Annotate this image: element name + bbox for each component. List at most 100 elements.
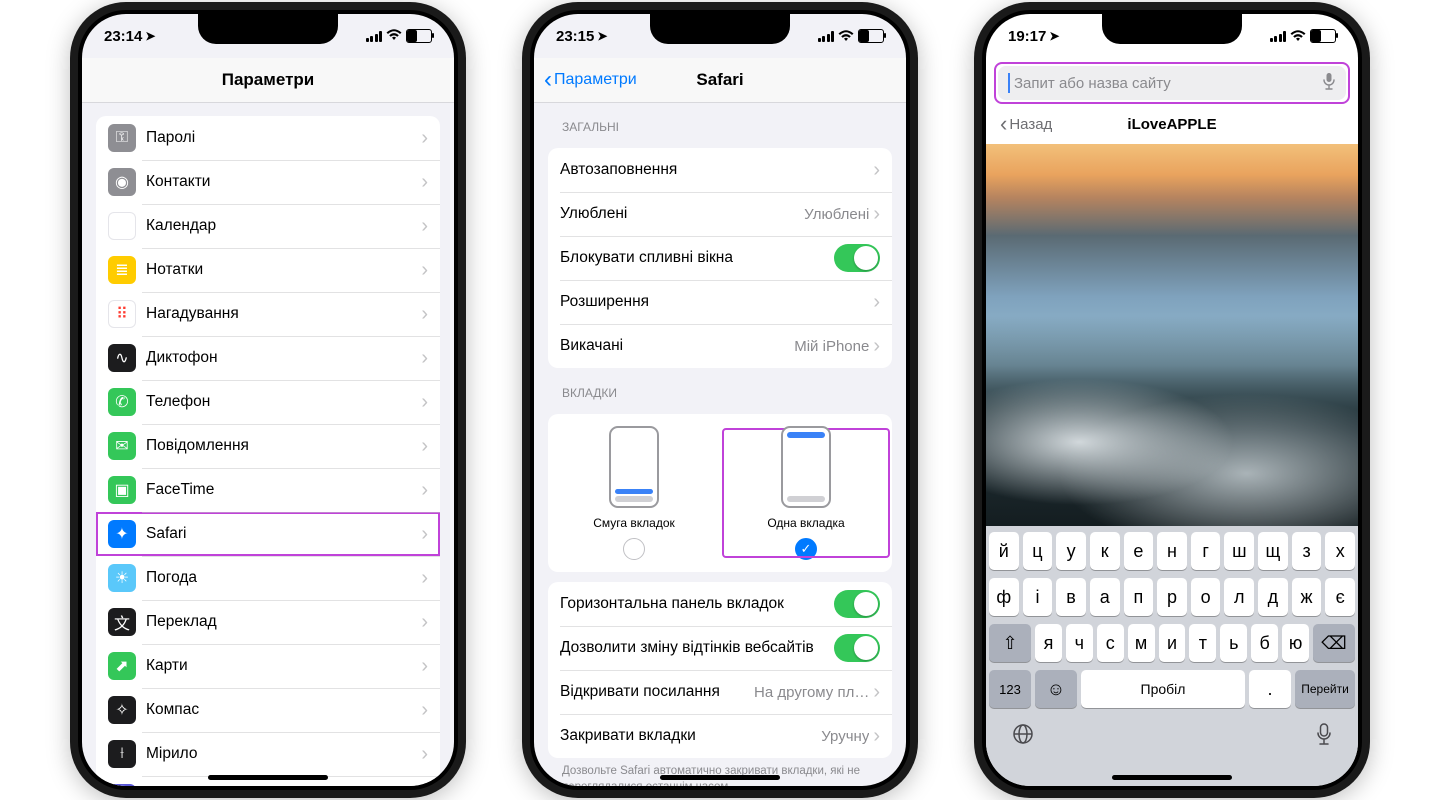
key-ю[interactable]: ю — [1282, 624, 1309, 662]
tab-layout-option-1[interactable]: Одна вкладка✓ — [720, 426, 892, 560]
key-ч[interactable]: ч — [1066, 624, 1093, 662]
settings-row-переклад[interactable]: 文Переклад› — [96, 600, 440, 644]
key-numbers[interactable]: 123 — [989, 670, 1031, 708]
key-л[interactable]: л — [1224, 578, 1254, 616]
key-и[interactable]: и — [1159, 624, 1186, 662]
row-label: Карти — [146, 657, 421, 675]
page-back-button[interactable]: ‹ Назад — [1000, 111, 1052, 137]
key-ф[interactable]: ф — [989, 578, 1019, 616]
key-ш[interactable]: ш — [1224, 532, 1254, 570]
key-с[interactable]: с — [1097, 624, 1124, 662]
phone-settings: 23:14 ➤ Параметри ⚿Паролі›◉Контакти›▦Кал… — [70, 2, 466, 798]
microphone-icon[interactable] — [1322, 72, 1336, 95]
signal-icon — [818, 31, 835, 42]
messages-icon: ✉ — [108, 432, 136, 460]
key-к[interactable]: к — [1090, 532, 1120, 570]
phone-safari-browser: 19:17 ➤ Запит або назва сайту — [974, 2, 1370, 798]
row-відкривати-посилання[interactable]: Відкривати посиланняНа другому пл…› — [548, 670, 892, 714]
safari-settings-body[interactable]: ЗАГАЛЬНІ Автозаповнення›УлюбленіУлюблені… — [534, 102, 906, 786]
nav-bar: ‹ Параметри Safari — [534, 58, 906, 103]
chevron-right-icon: › — [873, 292, 880, 312]
key-х[interactable]: х — [1325, 532, 1355, 570]
key-dot[interactable]: . — [1249, 670, 1291, 708]
key-space[interactable]: Пробіл — [1081, 670, 1245, 708]
key-у[interactable]: у — [1056, 532, 1086, 570]
chevron-right-icon: › — [421, 128, 428, 148]
settings-row-повідомлення[interactable]: ✉Повідомлення› — [96, 424, 440, 468]
key-т[interactable]: т — [1189, 624, 1216, 662]
key-ь[interactable]: ь — [1220, 624, 1247, 662]
key-shift[interactable]: ⇧ — [989, 624, 1031, 662]
status-time: 23:15 — [556, 28, 594, 45]
key-а[interactable]: а — [1090, 578, 1120, 616]
wifi-icon — [838, 30, 854, 42]
row-label: Закривати вкладки — [560, 727, 821, 745]
key-й[interactable]: й — [989, 532, 1019, 570]
status-time: 23:14 — [104, 28, 142, 45]
row-викачані[interactable]: ВикачаніМій iPhone› — [548, 324, 892, 368]
key-go[interactable]: Перейти — [1295, 670, 1355, 708]
key-п[interactable]: п — [1124, 578, 1154, 616]
key-б[interactable]: б — [1251, 624, 1278, 662]
key-emoji[interactable]: ☺ — [1035, 670, 1077, 708]
globe-icon[interactable] — [1011, 722, 1035, 752]
home-indicator[interactable] — [1112, 775, 1232, 780]
keyboard[interactable]: йцукенгшщзх фівапролджє ⇧ячсмитьбю⌫ 123 … — [986, 526, 1358, 786]
key-р[interactable]: р — [1157, 578, 1187, 616]
settings-row-facetime[interactable]: ▣FaceTime› — [96, 468, 440, 512]
home-indicator[interactable] — [660, 775, 780, 780]
key-м[interactable]: м — [1128, 624, 1155, 662]
key-г[interactable]: г — [1191, 532, 1221, 570]
settings-row-контакти[interactable]: ◉Контакти› — [96, 160, 440, 204]
key-о[interactable]: о — [1191, 578, 1221, 616]
row-розширення[interactable]: Розширення› — [548, 280, 892, 324]
settings-row-календар[interactable]: ▦Календар› — [96, 204, 440, 248]
settings-row-нотатки[interactable]: ≣Нотатки› — [96, 248, 440, 292]
toggle[interactable] — [834, 590, 880, 618]
row-закривати-вкладки[interactable]: Закривати вкладкиУручну› — [548, 714, 892, 758]
key-е[interactable]: е — [1124, 532, 1154, 570]
row-дозволити-зміну-відтінків-вебсайтів[interactable]: Дозволити зміну відтінків вебсайтів — [548, 626, 892, 670]
toggle[interactable] — [834, 244, 880, 272]
key-є[interactable]: є — [1325, 578, 1355, 616]
settings-row-диктофон[interactable]: ∿Диктофон› — [96, 336, 440, 380]
row-улюблені[interactable]: УлюбленіУлюблені› — [548, 192, 892, 236]
row-блокувати-спливні-вікна[interactable]: Блокувати спливні вікна — [548, 236, 892, 280]
row-label: Погода — [146, 569, 421, 587]
key-я[interactable]: я — [1035, 624, 1062, 662]
key-ж[interactable]: ж — [1292, 578, 1322, 616]
settings-row-компас[interactable]: ✧Компас› — [96, 688, 440, 732]
key-ц[interactable]: ц — [1023, 532, 1053, 570]
key-щ[interactable]: щ — [1258, 532, 1288, 570]
back-button[interactable]: ‹ Параметри — [544, 68, 637, 92]
phone-icon: ✆ — [108, 388, 136, 416]
key-д[interactable]: д — [1258, 578, 1288, 616]
settings-row-мірило[interactable]: ⟊Мірило› — [96, 732, 440, 776]
dictation-icon[interactable] — [1315, 722, 1333, 752]
row-label: Диктофон — [146, 349, 421, 367]
settings-list[interactable]: ⚿Паролі›◉Контакти›▦Календар›≣Нотатки›⠿На… — [82, 102, 454, 786]
row-автозаповнення[interactable]: Автозаповнення› — [548, 148, 892, 192]
status-time: 19:17 — [1008, 28, 1046, 45]
settings-row-погода[interactable]: ☀Погода› — [96, 556, 440, 600]
notch — [1102, 14, 1242, 44]
chevron-right-icon: › — [421, 216, 428, 236]
settings-row-паролі[interactable]: ⚿Паролі› — [96, 116, 440, 160]
notch — [198, 14, 338, 44]
settings-row-safari[interactable]: ✦Safari› — [96, 512, 440, 556]
key-в[interactable]: в — [1056, 578, 1086, 616]
settings-row-телефон[interactable]: ✆Телефон› — [96, 380, 440, 424]
row-горизонтальна-панель-вкладок[interactable]: Горизонтальна панель вкладок — [548, 582, 892, 626]
reminders-icon: ⠿ — [108, 300, 136, 328]
settings-row-нагадування[interactable]: ⠿Нагадування› — [96, 292, 440, 336]
key-backspace[interactable]: ⌫ — [1313, 624, 1355, 662]
toggle[interactable] — [834, 634, 880, 662]
address-bar[interactable]: Запит або назва сайту — [998, 66, 1346, 100]
settings-row-карти[interactable]: ⬈Карти› — [96, 644, 440, 688]
home-indicator[interactable] — [208, 775, 328, 780]
key-і[interactable]: і — [1023, 578, 1053, 616]
tab-layout-option-0[interactable]: Смуга вкладок — [548, 426, 720, 560]
address-placeholder: Запит або назва сайту — [1014, 75, 1322, 92]
key-з[interactable]: з — [1292, 532, 1322, 570]
key-н[interactable]: н — [1157, 532, 1187, 570]
